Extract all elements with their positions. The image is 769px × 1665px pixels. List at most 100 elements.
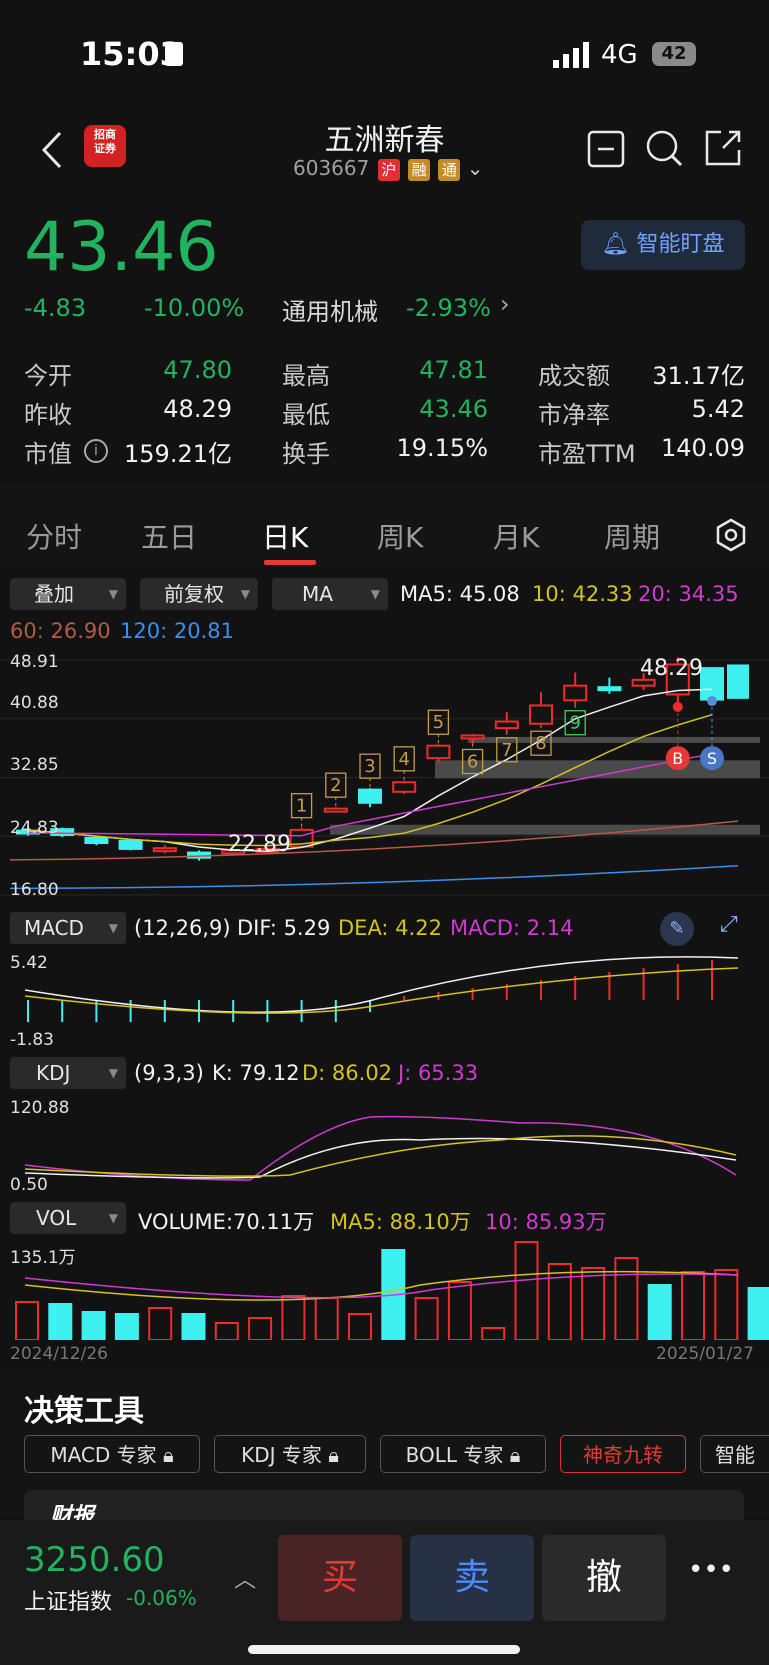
chevron-down-icon: ▼ xyxy=(108,1066,118,1080)
tool-boll[interactable]: BOLL 专家 🔒︎ xyxy=(380,1435,546,1473)
tag-sh: 沪 xyxy=(377,159,400,181)
indicator-select[interactable]: MA ▼ xyxy=(272,578,388,610)
candle-body xyxy=(426,744,451,760)
signal-icon xyxy=(553,42,589,68)
kdj-chart xyxy=(24,1115,737,1181)
stat-label: 最低 xyxy=(282,401,330,429)
lock-icon: 🔒︎ xyxy=(328,1443,339,1467)
seq-number: 2 xyxy=(330,775,341,796)
vol-ma10: 10: 85.93万 xyxy=(485,1210,607,1234)
tool-macd[interactable]: MACD 专家 🔒︎ xyxy=(24,1435,200,1473)
index-change: -0.06% xyxy=(126,1586,197,1610)
stat-value: 48.29 xyxy=(163,395,232,423)
macd-value: MACD: 2.14 xyxy=(450,916,574,940)
more-icon[interactable]: ••• xyxy=(688,1555,734,1585)
sector-change[interactable]: -2.93% xyxy=(406,294,491,322)
share-icon[interactable] xyxy=(703,128,743,168)
minus-box-icon[interactable] xyxy=(587,130,625,168)
volume-bar xyxy=(214,1322,239,1340)
smart-watch-button[interactable]: 🔔︎ 智能盯盘 xyxy=(581,220,745,270)
seq-number: 5 xyxy=(433,712,444,733)
stat-label: 今开 xyxy=(24,362,72,390)
date-end: 2025/01/27 xyxy=(656,1344,754,1364)
macd-select[interactable]: MACD ▼ xyxy=(10,912,126,944)
volume-bar xyxy=(114,1313,139,1340)
chevron-down-icon: ▼ xyxy=(108,587,118,601)
seq-number: 7 xyxy=(501,740,512,761)
stock-code-row[interactable]: 603667 沪 融 通 ⌄ xyxy=(293,156,484,181)
ma5-value: MA5: 45.08 xyxy=(400,582,520,606)
network-type: 4G xyxy=(601,40,638,70)
index-name[interactable]: 上证指数 xyxy=(24,1584,112,1616)
chevron-up-icon[interactable]: ︿ xyxy=(234,1562,256,1594)
tab-0[interactable]: 分时 xyxy=(26,516,82,556)
volume-bar xyxy=(481,1327,506,1340)
search-icon[interactable] xyxy=(644,128,684,168)
battery-icon: 42 xyxy=(652,42,696,66)
seq-number: 6 xyxy=(467,752,478,773)
ma120-line xyxy=(9,864,739,890)
tab-1[interactable]: 五日 xyxy=(141,516,197,556)
candle-body xyxy=(597,686,622,692)
kdj-y-top: 120.88 xyxy=(10,1098,70,1118)
status-bar: 15:03 4G 42 xyxy=(0,0,769,110)
kdj-y-bottom: 0.50 xyxy=(10,1175,48,1195)
stat-label: 市净率 xyxy=(538,401,610,429)
chevron-down-icon: ▼ xyxy=(108,921,118,935)
volume-bar xyxy=(747,1287,769,1340)
candle-body xyxy=(358,788,382,804)
dif-line xyxy=(24,956,739,1013)
tab-5[interactable]: 周期 xyxy=(604,516,660,556)
ma10-value: 10: 42.33 xyxy=(532,582,633,606)
settings-icon[interactable] xyxy=(714,518,748,552)
date-start: 2024/12/26 xyxy=(10,1344,108,1364)
expand-icon[interactable]: ⤢ xyxy=(720,912,738,937)
adjust-select[interactable]: 前复权 ▼ xyxy=(140,578,258,610)
vol-volume: VOLUME:70.11万 xyxy=(138,1210,315,1234)
report-card[interactable] xyxy=(24,1490,744,1520)
stat-value: 5.42 xyxy=(691,395,745,423)
price-change: -4.83 xyxy=(24,294,87,322)
sell-dot xyxy=(707,696,717,707)
chevron-down-icon: ▼ xyxy=(370,587,380,601)
tab-3[interactable]: 周K xyxy=(377,516,423,556)
tag-connect: 通 xyxy=(438,159,461,181)
chevron-down-icon: ▼ xyxy=(240,587,250,601)
bell-icon: 🔔︎ xyxy=(601,232,630,257)
kdj-select[interactable]: KDJ ▼ xyxy=(10,1057,126,1089)
stat-label: 市值 xyxy=(24,440,72,468)
sector-name[interactable]: 通用机械 xyxy=(282,292,378,327)
sell-button[interactable]: 卖 xyxy=(410,1535,534,1621)
badge-icon xyxy=(165,42,183,66)
info-icon[interactable]: i xyxy=(84,439,108,463)
candle-body xyxy=(118,839,143,850)
volume-bar xyxy=(248,1317,273,1340)
candle-body xyxy=(494,720,519,730)
kline-chart[interactable]: 1 2 3 4 5 6 7 8 9 B S xyxy=(0,650,769,905)
edit-icon[interactable]: ✎ xyxy=(660,912,694,946)
buy-button[interactable]: 买 xyxy=(278,1535,402,1621)
dea-line xyxy=(24,967,739,1014)
stat-value: 31.17亿 xyxy=(652,362,745,390)
macd-dif: DIF: 5.29 xyxy=(237,916,331,940)
candle-body xyxy=(323,807,348,813)
volume-bar xyxy=(348,1313,372,1340)
kdj-k: K: 79.12 xyxy=(212,1061,300,1085)
tab-2[interactable]: 日K xyxy=(262,516,308,556)
vol-select[interactable]: VOL ▼ xyxy=(10,1202,126,1234)
cancel-button[interactable]: 撤 xyxy=(542,1535,666,1621)
tool-magic-nine[interactable]: 神奇九转 xyxy=(560,1435,686,1473)
index-value[interactable]: 3250.60 xyxy=(24,1540,165,1580)
volume-bar xyxy=(581,1267,606,1340)
ma20-value: 20: 34.35 xyxy=(638,582,739,606)
tab-4[interactable]: 月K xyxy=(493,516,539,556)
tool-smart[interactable]: 智能 xyxy=(700,1435,769,1473)
last-price: 43.46 xyxy=(24,208,219,287)
tool-kdj[interactable]: KDJ 专家 🔒︎ xyxy=(214,1435,366,1473)
chevron-right-icon[interactable]: › xyxy=(500,290,510,318)
chevron-down-icon: ⌄ xyxy=(466,156,484,180)
macd-y-top: 5.42 xyxy=(10,953,48,973)
volume-bar xyxy=(647,1284,672,1340)
candle-body xyxy=(152,847,177,853)
overlay-select[interactable]: 叠加 ▼ xyxy=(10,578,126,610)
